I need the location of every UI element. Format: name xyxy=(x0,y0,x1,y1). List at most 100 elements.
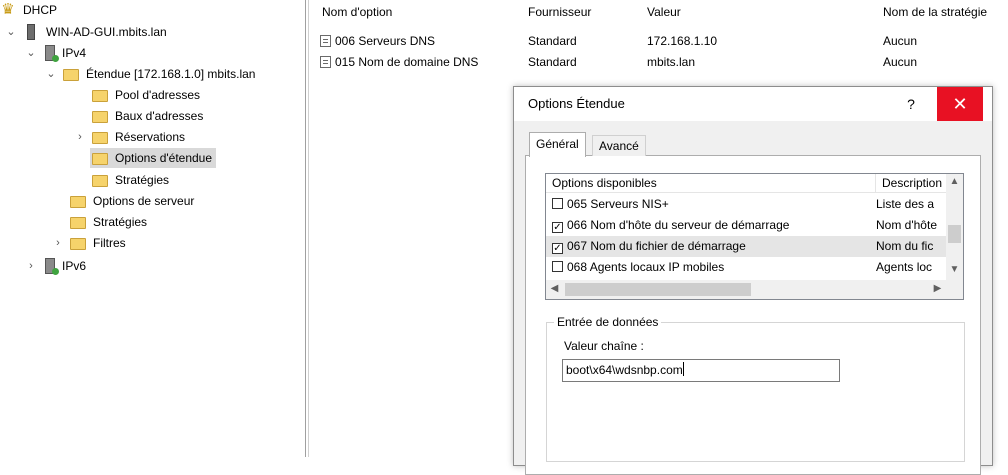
tree-item-server-options[interactable]: Options de serveur xyxy=(70,191,196,211)
close-icon: ✕ xyxy=(952,94,968,114)
tree-label: DHCP xyxy=(23,3,58,17)
tree-label: IPv6 xyxy=(62,259,87,273)
tree-label: Options d'étendue xyxy=(115,151,213,165)
folder-options-icon xyxy=(92,153,108,165)
scroll-up-icon[interactable]: ▲ xyxy=(946,174,963,190)
scrollbar-thumb[interactable] xyxy=(948,225,961,243)
list-item[interactable]: 006 Serveurs DNS Standard 172.168.1.10 A… xyxy=(320,31,1000,51)
column-header-option-name[interactable]: Nom d'option xyxy=(322,0,392,24)
folder-policy-icon xyxy=(70,217,86,229)
tree-item-filters[interactable]: › Filtres xyxy=(52,233,128,253)
tree-item-pool[interactable]: Pool d'adresses xyxy=(92,85,202,105)
option-name-text: 015 Nom de domaine DNS xyxy=(335,55,479,69)
option-value: 172.168.1.10 xyxy=(647,34,718,48)
console-tree: ♛ DHCP ⌄ WIN-AD-GUI.mbits.lan ⌄ IPv4 ⌄ É… xyxy=(0,0,306,457)
option-cell: 068 Agents locaux IP mobiles xyxy=(552,257,872,278)
scroll-right-icon[interactable]: ▶ xyxy=(929,281,946,297)
scrollbar-thumb[interactable] xyxy=(565,283,751,296)
chevron-down-icon[interactable]: ⌄ xyxy=(25,43,37,63)
folder-options-icon xyxy=(70,196,86,208)
horizontal-scrollbar[interactable]: ◀ ▶ xyxy=(546,280,946,299)
tree-item-leases[interactable]: Baux d'adresses xyxy=(92,106,205,126)
option-cell: ✓ 066 Nom d'hôte du serveur de démarrage xyxy=(552,215,872,236)
server-icon xyxy=(27,24,35,40)
option-label: 066 Nom d'hôte du serveur de démarrage xyxy=(567,218,790,232)
option-description: Nom d'hôte xyxy=(876,218,937,232)
option-icon xyxy=(320,56,331,68)
tree-label: Réservations xyxy=(115,130,186,144)
tree-label: IPv4 xyxy=(62,46,87,60)
scrollbar-corner xyxy=(946,280,963,299)
option-name: 006 Serveurs DNS xyxy=(320,31,435,51)
chevron-right-icon[interactable]: › xyxy=(74,127,86,147)
tree-item-reservations[interactable]: › Réservations xyxy=(74,127,187,147)
dhcp-icon: ♛ xyxy=(1,1,15,18)
tree-item-server[interactable]: ⌄ WIN-AD-GUI.mbits.lan xyxy=(5,22,169,42)
column-header-vendor[interactable]: Fournisseur xyxy=(528,0,591,24)
scroll-left-icon[interactable]: ◀ xyxy=(546,281,563,297)
option-description: Agents loc xyxy=(876,260,933,274)
scroll-down-icon[interactable]: ▼ xyxy=(946,262,963,278)
column-header-available-options[interactable]: Options disponibles xyxy=(546,174,876,193)
help-button[interactable]: ? xyxy=(898,87,924,121)
column-header-value[interactable]: Valeur xyxy=(647,0,681,24)
pane-splitter[interactable] xyxy=(305,0,309,457)
string-value-label: Valeur chaîne : xyxy=(564,339,644,353)
group-title: Entrée de données xyxy=(554,314,662,330)
tree-label: Baux d'adresses xyxy=(115,109,204,123)
folder-icon xyxy=(92,132,108,144)
tree-item-policies[interactable]: Stratégies xyxy=(70,212,149,232)
column-header-description[interactable]: Description xyxy=(876,174,948,193)
ipv6-icon xyxy=(45,258,59,275)
dialog-title: Options Étendue xyxy=(528,96,625,111)
tree-label: Étendue [172.168.1.0] mbits.lan xyxy=(86,67,256,81)
available-options-list[interactable]: Options disponibles Description 065 Serv… xyxy=(545,173,964,300)
checkbox-unchecked[interactable] xyxy=(552,261,563,272)
folder-icon xyxy=(92,90,108,102)
tab-general[interactable]: Général xyxy=(529,132,586,157)
column-header-policy[interactable]: Nom de la stratégie xyxy=(883,0,987,24)
scope-options-dialog: Options Étendue ? ✕ Général Avancé Optio… xyxy=(513,86,993,475)
option-icon xyxy=(320,35,331,47)
option-policy: Aucun xyxy=(883,55,918,69)
string-value-input[interactable]: boot\x64\wdsnbp.com xyxy=(562,359,840,382)
close-button[interactable]: ✕ xyxy=(937,87,983,121)
tree-label: WIN-AD-GUI.mbits.lan xyxy=(46,25,167,39)
vertical-scrollbar[interactable]: ▲ ▼ xyxy=(946,174,963,280)
option-vendor: Standard xyxy=(528,55,577,69)
tree-label: Stratégies xyxy=(115,173,170,187)
ipv4-icon xyxy=(45,45,59,62)
list-item[interactable]: 015 Nom de domaine DNS Standard mbits.la… xyxy=(320,52,1000,72)
tab-advanced[interactable]: Avancé xyxy=(592,135,646,156)
option-row[interactable]: ✓ 066 Nom d'hôte du serveur de démarrage … xyxy=(546,215,948,236)
tree-item-ipv6[interactable]: › IPv6 xyxy=(25,256,88,276)
option-row-selected[interactable]: ✓ 067 Nom du fichier de démarrage Nom du … xyxy=(546,236,948,257)
checkbox-unchecked[interactable] xyxy=(552,198,563,209)
folder-policy-icon xyxy=(92,175,108,187)
option-name: 015 Nom de domaine DNS xyxy=(320,52,478,72)
option-cell: 065 Serveurs NIS+ xyxy=(552,194,872,215)
option-row[interactable]: 065 Serveurs NIS+ Liste des a xyxy=(546,194,948,215)
tree-item-ipv4[interactable]: ⌄ IPv4 xyxy=(25,43,88,63)
tree-item-scope-policies[interactable]: Stratégies xyxy=(92,170,171,190)
option-cell: ✓ 067 Nom du fichier de démarrage xyxy=(552,236,872,257)
chevron-down-icon[interactable]: ⌄ xyxy=(45,64,57,84)
checkbox-checked[interactable]: ✓ xyxy=(552,222,563,233)
option-description: Liste des a xyxy=(876,197,935,211)
option-vendor: Standard xyxy=(528,34,577,48)
option-row[interactable]: 068 Agents locaux IP mobiles Agents loc xyxy=(546,257,948,278)
option-label: 068 Agents locaux IP mobiles xyxy=(567,260,725,274)
tree-label: Stratégies xyxy=(93,215,148,229)
tree-item-scope-options[interactable]: Options d'étendue xyxy=(90,148,217,168)
option-policy: Aucun xyxy=(883,34,918,48)
chevron-down-icon[interactable]: ⌄ xyxy=(5,22,17,42)
chevron-right-icon[interactable]: › xyxy=(25,256,37,276)
folder-icon xyxy=(63,69,79,81)
tree-item-scope[interactable]: ⌄ Étendue [172.168.1.0] mbits.lan xyxy=(45,64,257,84)
tree-item-dhcp[interactable]: ♛ DHCP xyxy=(0,0,59,20)
folder-clock-icon xyxy=(92,111,108,123)
checkbox-checked[interactable]: ✓ xyxy=(552,243,563,254)
option-description: Nom du fic xyxy=(876,239,934,253)
chevron-right-icon[interactable]: › xyxy=(52,233,64,253)
option-name-text: 006 Serveurs DNS xyxy=(335,34,436,48)
